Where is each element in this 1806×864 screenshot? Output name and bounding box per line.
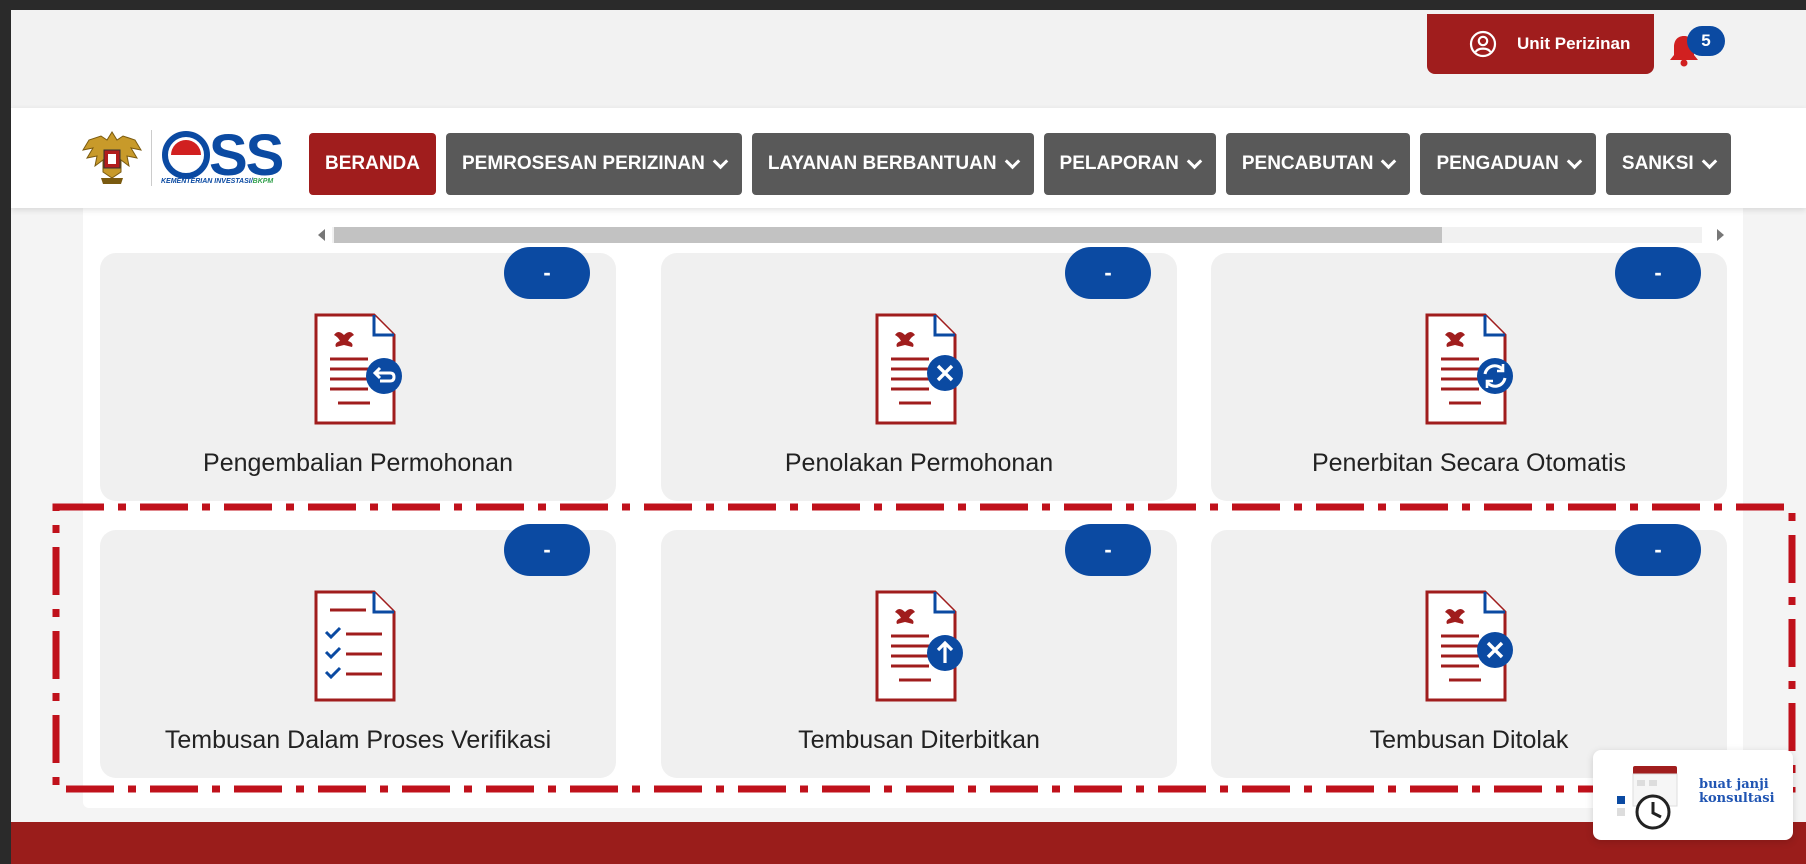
app-viewport: Unit Perizinan 5 SS KEMENTERIAN INVESTAS…	[11, 10, 1806, 864]
nav-item-sanksi[interactable]: SANKSI	[1605, 133, 1731, 195]
unit-perizinan-button[interactable]: Unit Perizinan	[1427, 14, 1654, 74]
chevron-down-icon	[1701, 153, 1717, 169]
nav-item-pemrosesan-perizinan[interactable]: PEMROSESAN PERIZINAN	[446, 133, 742, 195]
horizontal-scrollbar[interactable]	[318, 224, 1724, 246]
user-circle-icon	[1469, 30, 1497, 58]
card-penerbitan-secara-otomatis[interactable]: - Penerbitan Secara Otomatis	[1211, 247, 1727, 501]
doc-reject-icon	[875, 313, 963, 425]
top-utility-bar: Unit Perizinan 5	[11, 10, 1806, 108]
chevron-down-icon	[1004, 153, 1020, 169]
scroll-left-arrow-icon[interactable]	[318, 229, 325, 241]
main-navbar: SS KEMENTERIAN INVESTASI/BKPM BERANDA PE…	[11, 108, 1806, 208]
footer-bar	[11, 822, 1806, 864]
count-badge: -	[504, 247, 590, 299]
nav-item-layanan-berbantuan[interactable]: LAYANAN BERBANTUAN	[751, 133, 1034, 195]
chevron-down-icon	[1381, 153, 1397, 169]
nav-item-pengaduan[interactable]: PENGADUAN	[1420, 133, 1596, 195]
card-pengembalian-permohonan[interactable]: - Pengembalian Permohonan	[100, 247, 616, 501]
scroll-right-arrow-icon[interactable]	[1717, 229, 1724, 241]
card-label: Penolakan Permohonan	[784, 449, 1054, 477]
chevron-down-icon	[1186, 153, 1203, 169]
doc-return-icon	[314, 313, 402, 425]
oss-logo-mark-icon	[162, 131, 210, 179]
unit-perizinan-label: Unit Perizinan	[1517, 34, 1631, 53]
calendar-clock-icon	[1617, 766, 1678, 830]
count-badge: -	[1615, 247, 1701, 299]
chevron-down-icon	[712, 153, 729, 169]
card-label: Penerbitan Secara Otomatis	[1311, 449, 1627, 477]
nav-item-pelaporan[interactable]: PELAPORAN	[1043, 133, 1216, 195]
highlight-annotation-box	[52, 503, 1796, 793]
scrollbar-thumb[interactable]	[334, 227, 1442, 243]
consultation-text: buat janji konsultasi	[1699, 777, 1775, 806]
doc-auto-icon	[1425, 313, 1513, 425]
nav-overflow-mask	[1731, 108, 1806, 208]
nav-item-beranda[interactable]: BERANDA	[309, 133, 436, 195]
card-penolakan-permohonan[interactable]: - Penolakan Permohonan	[661, 247, 1177, 501]
consultation-widget[interactable]: buat janji konsultasi	[1593, 750, 1793, 840]
chevron-down-icon	[1566, 153, 1583, 169]
nav-item-pencabutan[interactable]: PENCABUTAN	[1225, 133, 1411, 195]
oss-logo[interactable]: SS KEMENTERIAN INVESTASI/BKPM	[159, 123, 295, 190]
logo-divider	[151, 130, 152, 186]
card-label: Pengembalian Permohonan	[203, 449, 513, 477]
oss-logo-subtitle: KEMENTERIAN INVESTASI/BKPM	[161, 178, 274, 185]
main-menu: BERANDA PEMROSESAN PERIZINAN LAYANAN BER…	[309, 133, 1731, 195]
garuda-emblem-icon	[81, 131, 143, 184]
notification-count-badge: 5	[1687, 26, 1725, 56]
count-badge: -	[1065, 247, 1151, 299]
